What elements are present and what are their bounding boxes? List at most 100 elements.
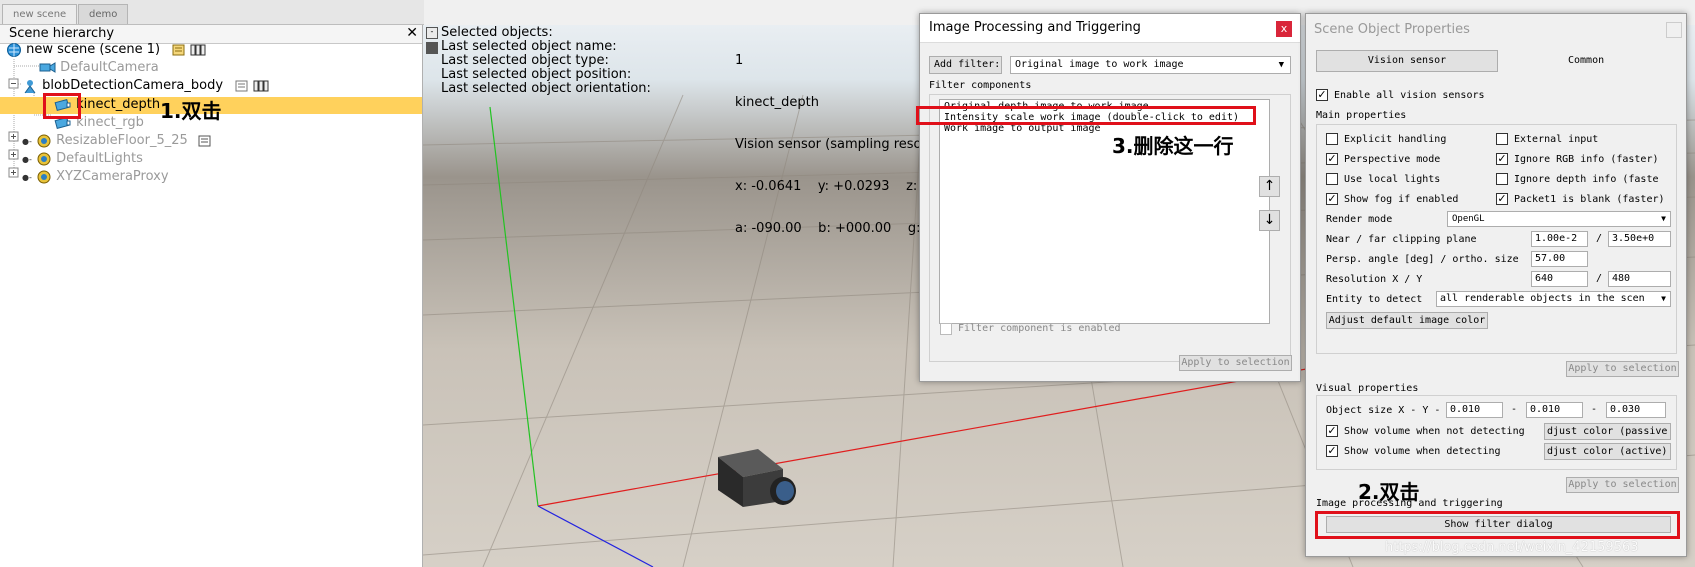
annotation-box-step1 <box>43 93 81 119</box>
apply-to-selection-button[interactable]: Apply to selection <box>1566 361 1679 377</box>
scene-tab-bar: new scene demo <box>0 0 424 25</box>
tab-vision-sensor[interactable]: Vision sensor <box>1316 50 1498 72</box>
info-value: Vision sensor (sampling resolu <box>735 137 920 152</box>
resolution-x-input[interactable]: 640 <box>1531 271 1588 287</box>
annotation-step3: 3.删除这一行 <box>1112 134 1234 158</box>
packet1-blank-label: Packet1 is blank (faster) <box>1514 194 1665 205</box>
chevron-down-icon: ▼ <box>1661 292 1666 306</box>
tab-common[interactable]: Common <box>1568 55 1604 66</box>
entity-to-detect-value: all renderable objects in the scen <box>1440 293 1645 304</box>
info-labels: Selected objects: Last selected object n… <box>441 26 651 96</box>
info-label: Last selected object name: <box>441 39 617 54</box>
close-icon[interactable] <box>1666 22 1682 38</box>
apply-to-selection-button[interactable]: Apply to selection <box>1179 355 1292 371</box>
adjust-color-active-button[interactable]: djust color (active) <box>1544 443 1671 460</box>
separator-dash: - <box>1511 404 1518 415</box>
explicit-handling-checkbox[interactable] <box>1326 133 1338 145</box>
info-value: a: -090.00 b: +000.00 g: -180.0 <box>735 221 920 236</box>
adjust-color-passive-button[interactable]: djust color (passive <box>1544 423 1671 440</box>
kinect-depth-sensor-model <box>718 449 796 507</box>
size-z-input[interactable]: 0.030 <box>1606 402 1666 418</box>
persp-angle-label: Persp. angle [deg] / ortho. size <box>1326 254 1519 265</box>
dialog-title: Image Processing and Triggering <box>929 20 1141 35</box>
info-value: kinect_depth <box>735 95 819 110</box>
globe-icon <box>7 42 21 57</box>
ignore-rgb-checkbox[interactable]: ✓ <box>1496 153 1508 165</box>
ignore-depth-checkbox[interactable] <box>1496 173 1508 185</box>
main-properties-label: Main properties <box>1316 110 1407 121</box>
tree-item-label: kinect_depth <box>76 97 161 112</box>
external-input-label: External input <box>1514 134 1599 145</box>
close-icon[interactable]: ✕ <box>406 25 418 41</box>
tree-item-label: DefaultCamera <box>60 60 159 75</box>
tab-demo[interactable]: demo <box>78 4 129 24</box>
size-x-input[interactable]: 0.010 <box>1446 402 1503 418</box>
tree-item-defaultlights[interactable]: ●- DefaultLights <box>22 150 143 168</box>
packet1-blank-checkbox[interactable]: ✓ <box>1496 193 1508 205</box>
entity-to-detect-select[interactable]: all renderable objects in the scen ▼ <box>1436 291 1671 307</box>
filter-type-select[interactable]: Original image to work image ▼ <box>1010 56 1291 74</box>
explicit-handling-label: Explicit handling <box>1344 134 1447 145</box>
camera-icon <box>39 61 56 73</box>
info-value: x: -0.0641 y: +0.0293 z: +0.053 <box>735 179 918 194</box>
image-processing-dialog: Image Processing and Triggering x Add fi… <box>916 13 1301 382</box>
use-local-lights-checkbox[interactable] <box>1326 173 1338 185</box>
show-volume-detecting-checkbox[interactable]: ✓ <box>1326 445 1338 457</box>
external-input-checkbox[interactable] <box>1496 133 1508 145</box>
script-icon[interactable] <box>172 43 186 57</box>
info-toggle-icons[interactable]: - <box>426 27 438 54</box>
tree-item-resizablefloor[interactable]: ●- ResizableFloor_5_25 <box>22 132 212 150</box>
render-mode-value: OpenGL <box>1452 214 1485 224</box>
persp-angle-input[interactable]: 57.00 <box>1531 251 1588 267</box>
tree-item-label: new scene (scene 1) <box>26 42 161 57</box>
script-icon[interactable] <box>235 79 249 93</box>
near-clip-input[interactable]: 1.00e-2 <box>1531 231 1588 247</box>
script-icon[interactable] <box>198 134 212 148</box>
close-button[interactable]: x <box>1276 21 1292 37</box>
show-volume-not-detecting-checkbox[interactable]: ✓ <box>1326 425 1338 437</box>
chevron-down-icon: ▼ <box>1661 214 1666 223</box>
customization-script-icon[interactable] <box>253 79 269 93</box>
enable-all-checkbox[interactable]: ✓ <box>1316 89 1328 101</box>
filter-enabled-label: Filter component is enabled <box>958 323 1121 334</box>
show-fog-checkbox[interactable]: ✓ <box>1326 193 1338 205</box>
filter-enabled-checkbox[interactable] <box>940 323 952 335</box>
visual-properties-label: Visual properties <box>1316 383 1419 394</box>
size-y-input[interactable]: 0.010 <box>1526 402 1583 418</box>
filter-components-label: Filter components <box>929 80 1032 91</box>
separator-slash: / <box>1596 233 1603 244</box>
tree-item-label: kinect_rgb <box>76 115 144 130</box>
resolution-label: Resolution X / Y <box>1326 274 1423 285</box>
separator-dash: - <box>1591 404 1598 415</box>
apply-to-selection-button[interactable]: Apply to selection <box>1566 477 1679 493</box>
render-mode-label: Render mode <box>1326 214 1393 225</box>
show-volume-detecting-label: Show volume when detecting <box>1344 446 1501 457</box>
perspective-mode-checkbox[interactable]: ✓ <box>1326 153 1338 165</box>
info-label: Last selected object position: <box>441 67 632 82</box>
adjust-default-color-button[interactable]: Adjust default image color <box>1326 312 1488 329</box>
scene-object-properties: Scene Object Properties Vision sensor Co… <box>1305 13 1687 557</box>
move-up-button[interactable]: ↑ <box>1259 176 1280 197</box>
annotation-box-step2 <box>1315 511 1680 539</box>
model-icon <box>37 152 51 165</box>
model-icon <box>37 170 51 183</box>
filter-type-value: Original image to work image <box>1015 59 1184 70</box>
far-clip-input[interactable]: 3.50e+0 <box>1608 231 1671 247</box>
use-local-lights-label: Use local lights <box>1344 174 1441 185</box>
tab-new-scene[interactable]: new scene <box>2 4 78 24</box>
object-size-label: Object size X - Y - <box>1326 405 1441 416</box>
enable-all-label: Enable all vision sensors <box>1334 90 1485 101</box>
render-mode-select[interactable]: OpenGL ▼ <box>1447 211 1671 227</box>
dot-icon: ●- <box>22 137 32 146</box>
chevron-down-icon: ▼ <box>1278 60 1284 70</box>
add-filter-button[interactable]: Add filter: <box>929 56 1002 74</box>
move-down-button[interactable]: ↓ <box>1259 210 1280 231</box>
resolution-y-input[interactable]: 480 <box>1608 271 1671 287</box>
dot-icon: ●- <box>22 155 32 164</box>
tree-item-scene[interactable]: new scene (scene 1) <box>6 41 206 59</box>
annotation-step1: 1.双击 <box>160 99 222 123</box>
tree-item-defaultcamera[interactable]: DefaultCamera <box>38 59 159 77</box>
scene-hierarchy-panel: Scene hierarchy ✕ new scene (scene 1) De… <box>0 25 423 567</box>
tree-item-xyzcameraproxy[interactable]: ●- XYZCameraProxy <box>22 168 169 186</box>
customization-script-icon[interactable] <box>190 43 206 57</box>
